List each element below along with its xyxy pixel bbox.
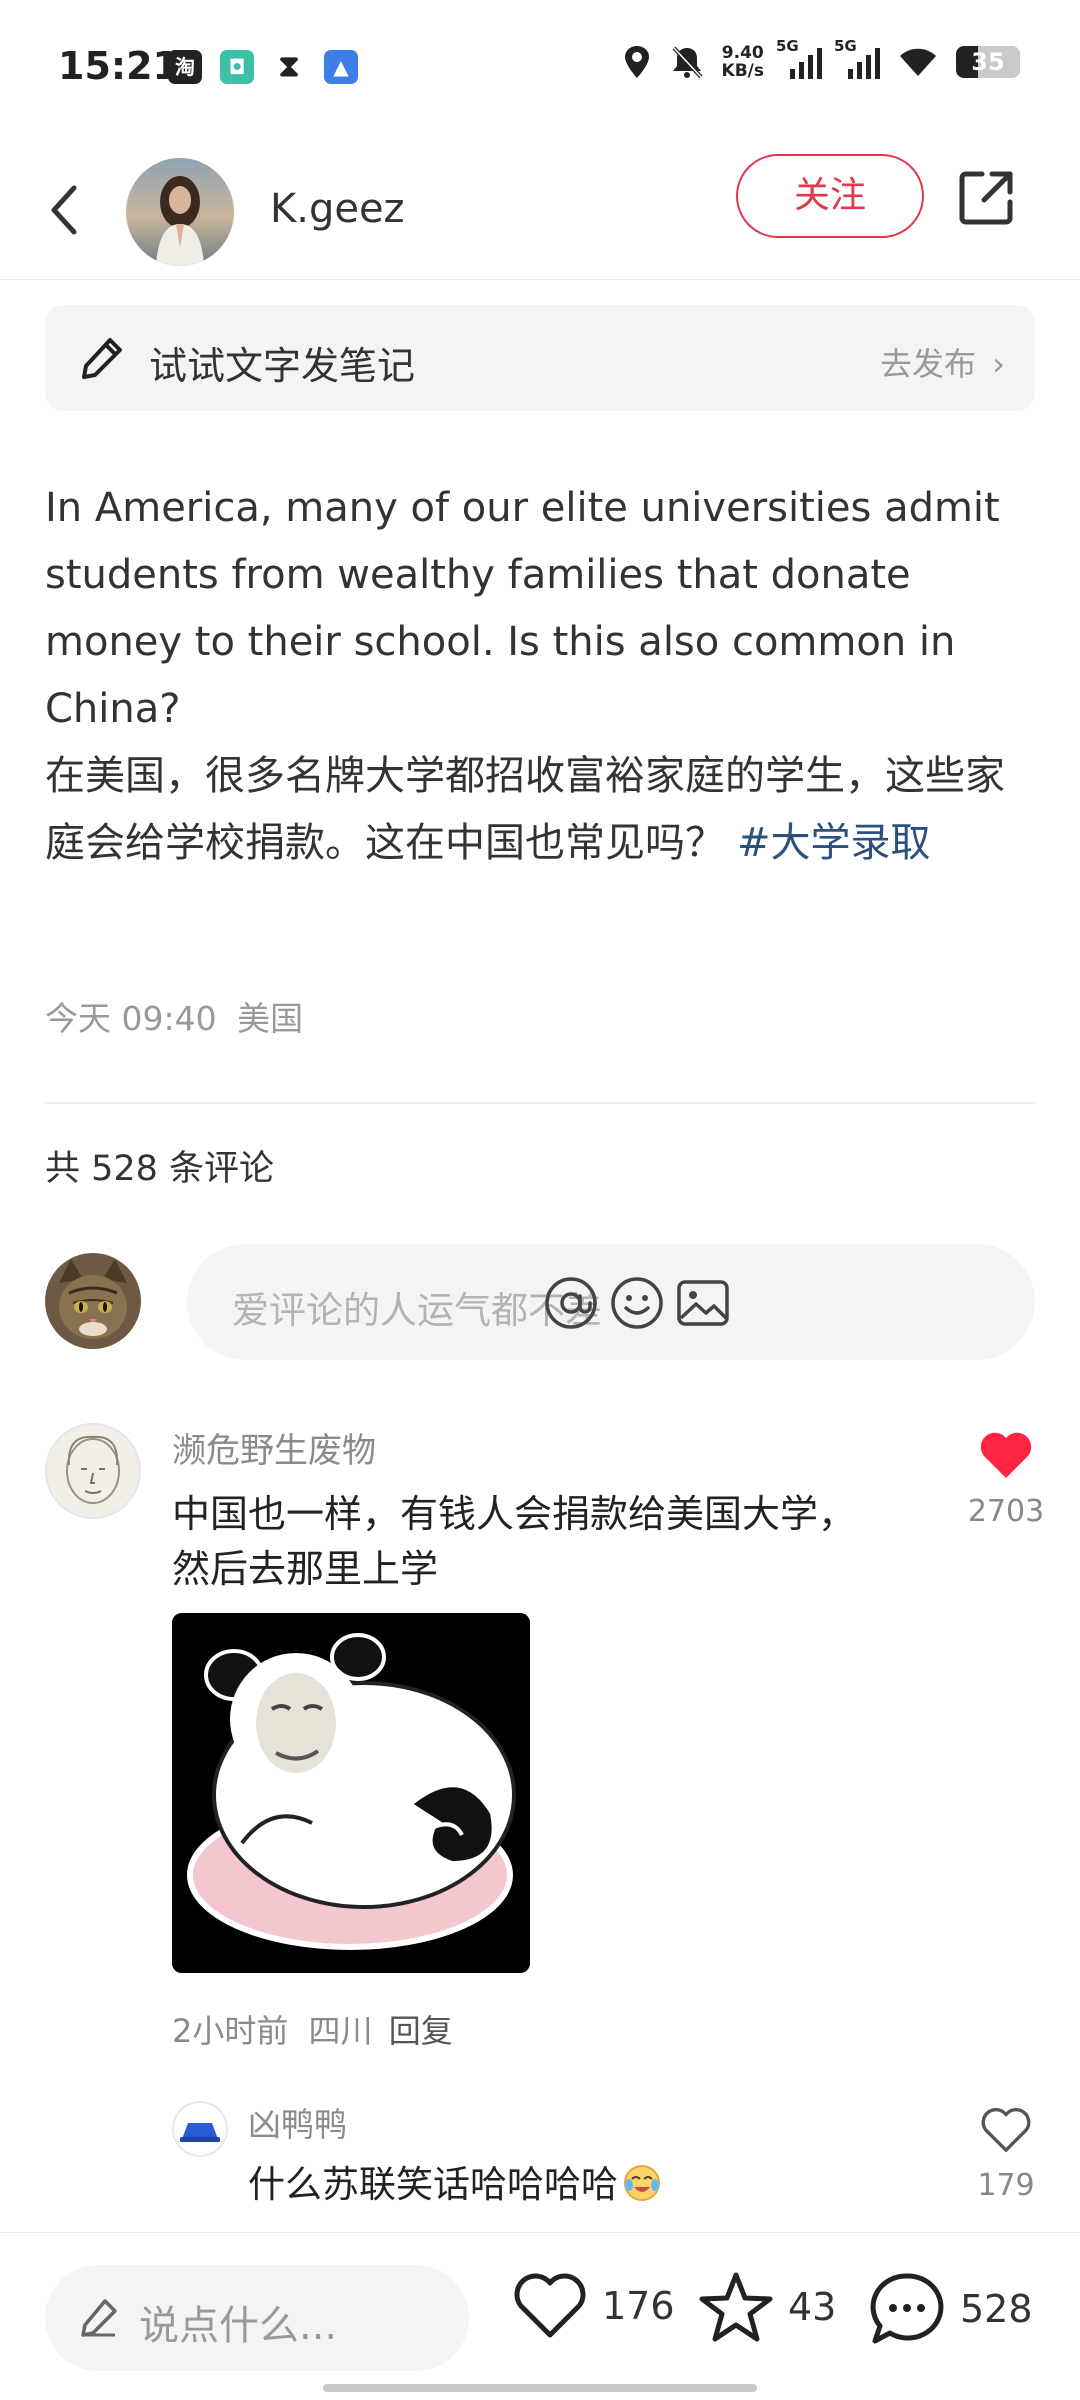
reply-like[interactable]: 179 (960, 2106, 1052, 2203)
post-content: In America, many of our elite universiti… (45, 475, 1035, 877)
heart-filled-icon (980, 1432, 1032, 1478)
say-something-input[interactable]: 说点什么... (45, 2265, 469, 2371)
app-icon: ▲ (324, 50, 358, 84)
pencil-icon (82, 338, 122, 379)
post-location: 美国 (237, 999, 304, 1038)
network-speed: 9.40 KB/s (721, 43, 764, 81)
compose-action[interactable]: 去发布 › (880, 339, 1005, 385)
author-avatar[interactable] (126, 158, 234, 266)
home-indicator[interactable] (323, 2384, 757, 2392)
taobao-icon: 淘 (168, 50, 202, 84)
crying-laughing-emoji-icon (622, 2163, 662, 2203)
heart-outline-icon (981, 2107, 1031, 2152)
post-meta: 今天 09:40 美国 (45, 992, 303, 1040)
comment-like-count: 2703 (967, 1494, 1045, 1529)
comment-avatar[interactable] (45, 1423, 141, 1519)
reply-like-count: 179 (977, 2168, 1035, 2203)
emoji-icon[interactable] (608, 1274, 666, 1332)
like-count: 176 (602, 2284, 675, 2328)
post-date: 今天 09:40 (45, 999, 217, 1038)
status-time: 15:21 (58, 44, 179, 88)
signal-icon: 5G (834, 37, 880, 79)
comment-bubble-icon (870, 2273, 944, 2344)
status-indicators: 9.40 KB/s 5G 5G 35 (622, 37, 1020, 81)
comment-button[interactable]: 528 (868, 2271, 1033, 2347)
status-bar: 15:21 淘 ◘ ⧗ ▲ 9.40 KB/s 5G 5G 35 (0, 0, 1080, 130)
comment-username[interactable]: 濒危野生废物 (172, 1423, 376, 1472)
hourglass-icon: ⧗ (272, 50, 306, 84)
reply-button[interactable]: 回复 (389, 2012, 453, 2050)
comment-time: 2小时前 (172, 2012, 289, 2050)
divider (45, 1102, 1035, 1104)
say-something-placeholder: 说点什么... (139, 2303, 338, 2349)
reply-username[interactable]: 凶鸭鸭 (248, 2098, 347, 2146)
comment-input[interactable]: 爱评论的人运气都不差 (187, 1244, 1035, 1360)
favorite-count: 43 (788, 2285, 837, 2329)
location-icon (624, 46, 649, 78)
wifi-icon (900, 48, 936, 76)
comment-like[interactable]: 2703 (960, 1430, 1052, 1529)
back-icon[interactable] (40, 180, 96, 240)
reply-avatar[interactable] (172, 2101, 228, 2157)
mute-bell-icon (672, 46, 702, 79)
compose-label: 试试文字发笔记 (149, 344, 416, 388)
follow-button[interactable]: 关注 (736, 154, 924, 238)
share-icon[interactable] (954, 166, 1018, 230)
reply-text: 什么苏联笑话哈哈哈哈 (248, 2154, 662, 2208)
hashtag-link[interactable]: #大学录取 (737, 820, 931, 866)
comment-count: 共 528 条评论 (45, 1149, 275, 1189)
chevron-right-icon: › (992, 345, 1005, 383)
signal-icon: 5G (776, 37, 822, 79)
heart-outline-icon (514, 2273, 586, 2338)
post-text-zh: 在美国，很多名牌大学都招收富裕家庭的学生，这些家庭会给学校捐款。这在中国也常见吗… (45, 753, 1005, 866)
avatar[interactable] (45, 1253, 141, 1349)
favorite-button[interactable]: 43 (698, 2271, 836, 2343)
post-text-en: In America, many of our elite universiti… (45, 485, 1000, 732)
star-icon (699, 2272, 773, 2342)
image-icon[interactable] (674, 1274, 732, 1332)
battery-icon: 35 (956, 46, 1020, 78)
pencil-icon (81, 2299, 117, 2337)
app-icon: ◘ (220, 50, 254, 84)
author-name[interactable]: K.geez (270, 186, 405, 232)
note-header: K.geez 关注 (0, 140, 1080, 280)
at-mention-icon[interactable] (542, 1274, 600, 1332)
compose-note-banner[interactable]: 试试文字发笔记 去发布 › (45, 305, 1035, 411)
comment-total-count: 528 (960, 2287, 1033, 2331)
like-button[interactable]: 176 (512, 2271, 675, 2341)
comment-location: 四川 (308, 2012, 373, 2050)
meme-sticker-image[interactable] (172, 1613, 530, 1973)
bottom-action-bar: 说点什么... 176 43 528 (0, 2232, 1080, 2400)
comment-text: 中国也一样，有钱人会捐款给美国大学，然后去那里上学 (172, 1492, 857, 1591)
comment-meta: 2小时前 四川 回复 (172, 2006, 453, 2052)
